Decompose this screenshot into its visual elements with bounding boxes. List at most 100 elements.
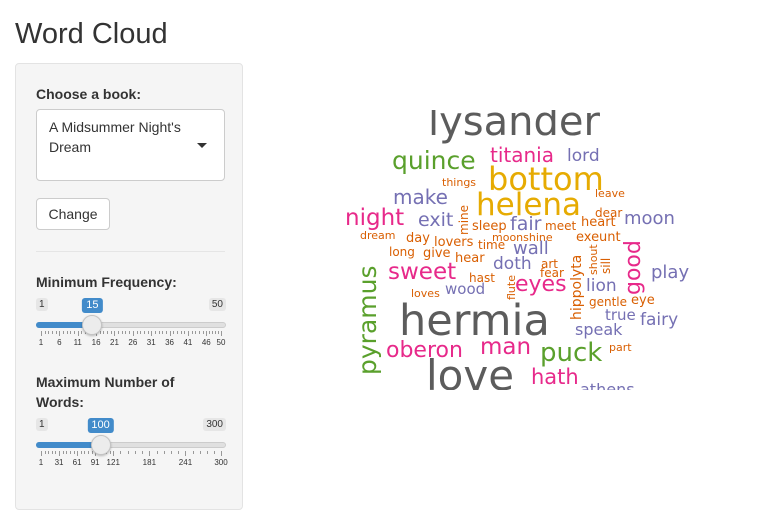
- slider-min-label: 1: [36, 418, 48, 431]
- slider-tick-label: 31: [54, 458, 64, 467]
- slider-minor-tick: [192, 451, 194, 454]
- slider-minor-tick: [143, 331, 145, 334]
- slider-minor-tick: [62, 451, 64, 454]
- book-label: Choose a book:: [36, 86, 142, 102]
- cloud-word: time: [478, 238, 506, 252]
- slider-handle[interactable]: [82, 315, 103, 335]
- slider-minor-tick: [218, 331, 220, 334]
- slider-minor-tick: [66, 451, 68, 454]
- min-frequency-slider[interactable]: 1 50 15 1 6 11 16 21 26 31 36 41 46 50: [36, 298, 226, 358]
- slider-tick: [149, 451, 151, 456]
- slider-tick: [59, 451, 61, 456]
- slider-minor-tick: [52, 331, 54, 334]
- divider: [36, 251, 225, 252]
- cloud-word: athens: [580, 380, 635, 391]
- cloud-word: quince: [392, 146, 476, 175]
- slider-minor-tick: [191, 331, 193, 334]
- book-select[interactable]: A Midsummer Night's Dream: [36, 109, 225, 181]
- slider-minor-tick: [66, 331, 68, 334]
- slider-tick: [206, 331, 208, 336]
- slider-minor-tick: [118, 331, 120, 334]
- slider-minor-tick: [73, 451, 75, 454]
- slider-tick-label: 121: [106, 458, 120, 467]
- slider-minor-tick: [120, 451, 122, 454]
- cloud-word: play: [651, 262, 690, 283]
- slider-minor-tick: [51, 451, 53, 454]
- cloud-word: pyramus: [353, 265, 382, 376]
- chevron-down-icon: [197, 143, 207, 148]
- slider-tick: [114, 331, 116, 336]
- cloud-word: sill: [599, 257, 613, 274]
- slider-minor-tick: [44, 451, 46, 454]
- slider-minor-tick: [158, 331, 160, 334]
- slider-minor-tick: [134, 451, 136, 454]
- slider-minor-tick: [202, 331, 204, 334]
- slider-tick-label: 1: [38, 458, 44, 467]
- slider-tick: [221, 451, 222, 456]
- slider-minor-tick: [74, 331, 76, 334]
- slider-minor-tick: [163, 451, 165, 454]
- slider-minor-tick: [109, 451, 111, 454]
- cloud-word: exit: [418, 209, 454, 231]
- slider-minor-tick: [48, 451, 50, 454]
- cloud-word: night: [345, 205, 405, 231]
- slider-tick: [113, 451, 115, 456]
- slider-tick: [41, 331, 42, 336]
- cloud-word: lysander: [428, 110, 600, 145]
- slider-minor-tick: [103, 331, 105, 334]
- cloud-word: good: [621, 240, 646, 295]
- slider-minor-tick: [198, 331, 200, 334]
- slider-minor-tick: [195, 331, 197, 334]
- cloud-word: exeunt: [576, 230, 621, 245]
- slider-minor-tick: [215, 331, 217, 334]
- slider-minor-tick: [180, 331, 182, 334]
- slider-tick-label: 21: [110, 338, 119, 347]
- cloud-word: fairy: [640, 310, 679, 330]
- slider-minor-tick: [110, 331, 112, 334]
- cloud-word: hear: [455, 251, 485, 266]
- slider-value-label: 15: [82, 298, 103, 313]
- min-frequency-label: Minimum Frequency:: [36, 274, 177, 290]
- change-button[interactable]: Change: [36, 198, 110, 230]
- slider-minor-tick: [184, 331, 186, 334]
- cloud-word: dream: [360, 229, 396, 242]
- slider-tick-label: 16: [91, 338, 101, 347]
- slider-tick-label: 11: [73, 338, 82, 347]
- slider-handle[interactable]: [90, 435, 111, 455]
- slider-tick-label: 41: [183, 338, 193, 347]
- slider-tick: [41, 451, 42, 456]
- slider-tick-label: 36: [165, 338, 175, 347]
- slider-tick: [59, 331, 61, 336]
- cloud-word: eyes: [515, 272, 567, 297]
- slider-minor-tick: [127, 451, 129, 454]
- slider-minor-tick: [199, 451, 201, 454]
- slider-minor-tick: [136, 331, 138, 334]
- cloud-word: heart: [581, 215, 616, 230]
- slider-tick: [77, 331, 79, 336]
- slider-minor-tick: [178, 451, 180, 454]
- slider-minor-tick: [84, 451, 86, 454]
- slider-minor-tick: [107, 331, 109, 334]
- slider-max-label: 300: [203, 418, 226, 431]
- slider-minor-tick: [176, 331, 178, 334]
- max-words-slider[interactable]: 1 300 100 1 31 61 91 121 181 241 300: [36, 418, 228, 478]
- slider-minor-tick: [55, 451, 57, 454]
- slider-tick-label: 241: [178, 458, 193, 467]
- slider-minor-tick: [212, 331, 214, 334]
- slider-max-label: 50: [208, 298, 226, 311]
- cloud-word: make: [393, 185, 448, 209]
- slider-minor-tick: [69, 451, 71, 454]
- slider-minor-tick: [142, 451, 144, 454]
- cloud-word: day: [406, 231, 430, 246]
- slider-tick-label: 31: [146, 338, 156, 347]
- book-select-value: A Midsummer Night's Dream: [49, 119, 181, 155]
- slider-tick-label: 300: [214, 458, 228, 467]
- cloud-word: hippolyta: [569, 254, 585, 320]
- slider-tick-label: 26: [128, 338, 138, 347]
- slider-tick: [151, 331, 153, 336]
- cloud-word: long: [389, 245, 415, 259]
- slider-minor-tick: [80, 451, 82, 454]
- cloud-word: doth: [493, 254, 532, 274]
- slider-minor-tick: [55, 331, 57, 334]
- slider-tick: [185, 451, 187, 456]
